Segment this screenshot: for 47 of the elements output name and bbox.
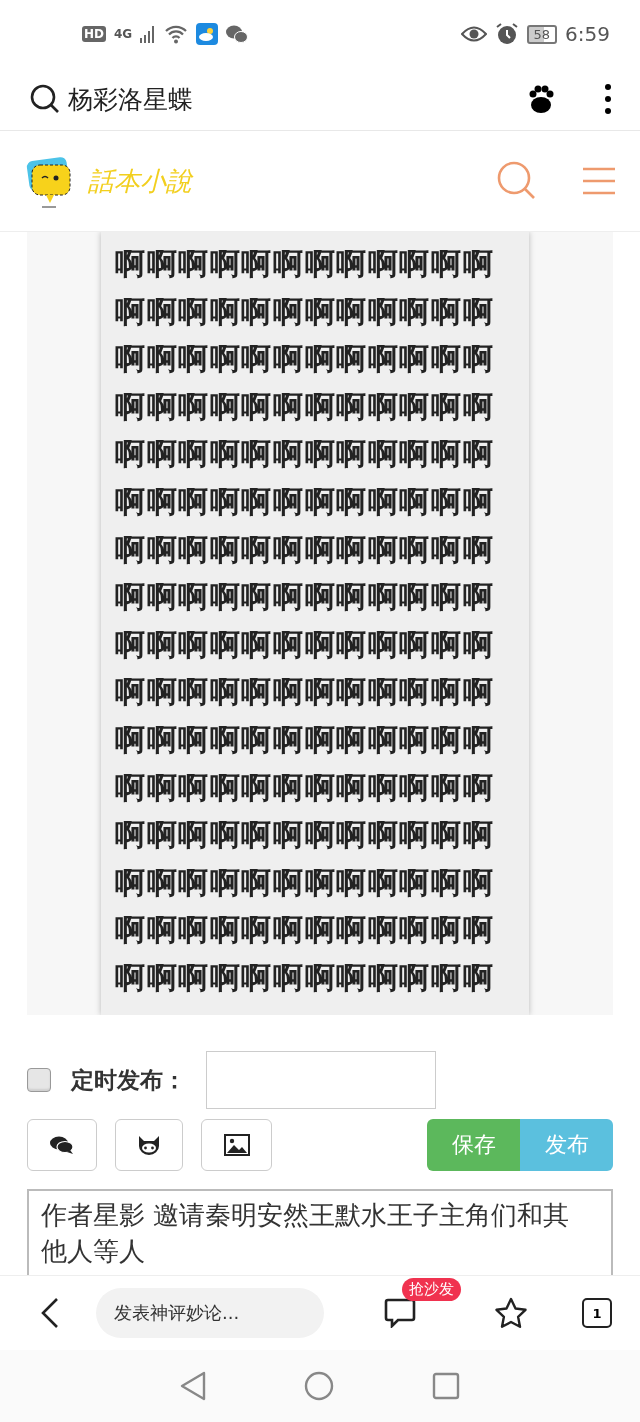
search-query[interactable]: 杨彩洛星蝶 — [68, 82, 518, 116]
schedule-time-field[interactable] — [206, 1051, 436, 1109]
weather-icon — [196, 23, 219, 45]
text-line: 啊啊啊啊啊啊啊啊啊啊啊啊 — [115, 768, 496, 807]
image-button[interactable] — [201, 1119, 272, 1171]
text-line: 啊啊啊啊啊啊啊啊啊啊啊啊 — [115, 958, 496, 997]
text-line: 啊啊啊啊啊啊啊啊啊啊啊啊 — [115, 673, 496, 712]
cat-icon — [137, 1134, 161, 1156]
schedule-checkbox[interactable] — [27, 1068, 51, 1092]
signal-icon — [140, 25, 157, 43]
text-line: 啊啊啊啊啊啊啊啊啊啊啊啊 — [115, 292, 496, 331]
text-line: 啊啊啊啊啊啊啊啊啊啊啊啊 — [115, 578, 496, 617]
wifi-icon — [164, 24, 189, 44]
comments-icon — [50, 1135, 74, 1155]
sofa-badge: 抢沙发 — [402, 1278, 461, 1301]
text-line: 啊啊啊啊啊啊啊啊啊啊啊啊 — [115, 625, 496, 664]
text-line: 啊啊啊啊啊啊啊啊啊啊啊啊 — [115, 435, 496, 474]
alarm-icon — [494, 22, 519, 46]
tab-count[interactable]: 1 — [582, 1298, 612, 1328]
back-nav-icon[interactable] — [180, 1371, 206, 1401]
home-nav-icon[interactable] — [304, 1371, 334, 1401]
comments-button[interactable] — [27, 1119, 97, 1171]
text-line: 啊啊啊啊啊啊啊啊啊啊啊啊 — [115, 911, 496, 950]
text-line: 啊啊啊啊啊啊啊啊啊啊啊啊 — [115, 387, 496, 426]
cat-button[interactable] — [115, 1119, 183, 1171]
text-line: 啊啊啊啊啊啊啊啊啊啊啊啊 — [115, 863, 496, 902]
recents-nav-icon[interactable] — [432, 1372, 460, 1400]
image-icon — [223, 1134, 250, 1156]
text-line: 啊啊啊啊啊啊啊啊啊啊啊啊 — [115, 482, 496, 521]
text-line: 啊啊啊啊啊啊啊啊啊啊啊啊 — [115, 245, 496, 283]
chat-icon — [226, 24, 249, 44]
text-line: 啊啊啊啊啊啊啊啊啊啊啊啊 — [115, 816, 496, 855]
hd-indicator: HD — [82, 26, 106, 42]
star-icon[interactable] — [494, 1297, 528, 1329]
more-icon[interactable] — [604, 83, 612, 115]
network-indicator: 4G — [114, 27, 133, 41]
comment-icon[interactable] — [384, 1298, 416, 1328]
back-icon[interactable] — [40, 1297, 60, 1329]
comment-field[interactable]: 发表神评妙论... — [96, 1288, 324, 1338]
clock-time: 6:59 — [565, 22, 610, 46]
schedule-label: 定时发布： — [71, 1065, 186, 1095]
text-line: 啊啊啊啊啊啊啊啊啊啊啊啊 — [115, 720, 496, 759]
battery-level: 58 — [526, 24, 558, 44]
text-line: 啊啊啊啊啊啊啊啊啊啊啊啊 — [115, 340, 496, 379]
search-icon[interactable] — [30, 84, 60, 114]
text-line: 啊啊啊啊啊啊啊啊啊啊啊啊 — [115, 530, 496, 569]
eye-icon — [460, 25, 487, 43]
